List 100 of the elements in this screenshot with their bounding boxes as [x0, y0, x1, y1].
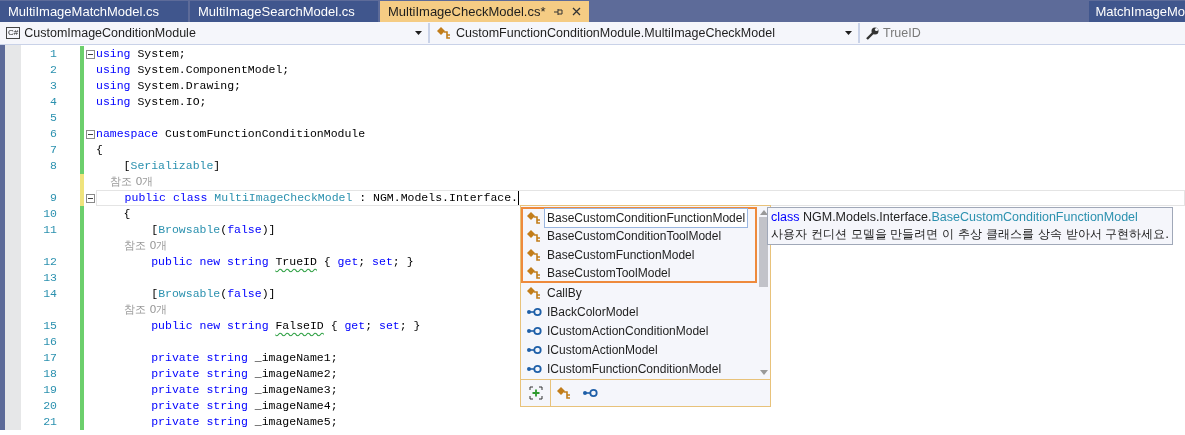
line-number: 10: [43, 207, 57, 221]
line-number: 6: [50, 127, 57, 141]
line-number: 17: [43, 351, 57, 365]
file-tab[interactable]: MultiImageCheckModel.cs*: [380, 1, 589, 22]
completion-item[interactable]: BaseCustomToolModel: [521, 264, 757, 283]
class-icon: [556, 386, 572, 400]
code-token: using: [96, 46, 131, 63]
line-number: 7: [50, 143, 57, 157]
code-token: [: [122, 158, 131, 175]
code-token: System.ComponentModel;: [136, 62, 290, 79]
line-number: 15: [43, 319, 57, 333]
completion-item[interactable]: BaseCustomConditionFunctionModel: [521, 207, 757, 226]
code-token: private string: [150, 414, 248, 431]
code-token: System.Drawing;: [136, 78, 241, 95]
code-token: _imageName2;: [253, 366, 338, 383]
code-token: Browsable: [158, 286, 221, 303]
code-token: System.IO;: [136, 94, 207, 111]
line-number: 11: [43, 223, 57, 237]
code-token: )]: [261, 286, 276, 303]
code-token: get: [344, 318, 366, 335]
code-token: ;: [365, 318, 374, 335]
line-number: 9: [50, 191, 57, 205]
warning-identifier: FalseID: [275, 318, 324, 335]
code-token: [: [150, 222, 159, 239]
class-icon: [526, 228, 542, 243]
interface-icon: [582, 388, 598, 398]
line-number: 20: [43, 399, 57, 413]
code-token: : NGM.Models.Interface.: [358, 190, 518, 207]
code-token: _imageName4;: [253, 398, 338, 415]
code-token: [: [150, 286, 159, 303]
code-token: namespace: [96, 126, 159, 143]
line-number: 3: [50, 79, 57, 93]
code-token: private string: [150, 398, 248, 415]
code-token: public new string: [150, 254, 270, 271]
class-icon: [526, 285, 542, 300]
interface-icon: [526, 344, 542, 355]
interface-icon: [526, 306, 542, 317]
scroll-up-icon[interactable]: [759, 210, 768, 215]
line-number: 5: [50, 111, 57, 125]
completion-item[interactable]: ICustomFunctionConditionModel: [521, 359, 757, 378]
type-description: 사용자 컨디션 모델을 만들려면 이 추상 클래스를 상속 받아서 구현하세요.: [771, 226, 1170, 243]
code-token: get: [337, 254, 359, 271]
code-token: Serializable: [130, 158, 214, 175]
code-token: ; }: [392, 254, 414, 271]
code-token: (: [220, 286, 228, 303]
scroll-thumb[interactable]: [759, 217, 768, 287]
warning-identifier: TrueID: [275, 254, 317, 271]
interface-icon: [526, 325, 542, 336]
line-number: 1: [50, 47, 57, 61]
line-number: 21: [43, 415, 57, 429]
line-number: 16: [43, 335, 57, 349]
code-token: public new string: [150, 318, 270, 335]
code-token: _imageName1;: [253, 350, 338, 367]
code-token: false: [227, 222, 262, 239]
dropdown-caret-icon: [845, 31, 852, 35]
line-number: 14: [43, 287, 57, 301]
pin-icon[interactable]: [553, 6, 564, 17]
line-number: 18: [43, 367, 57, 381]
file-tab[interactable]: MatchImageMo: [1089, 1, 1185, 22]
collapse-icon[interactable]: [85, 49, 95, 59]
project-dropdown[interactable]: C# CustomImageConditionModule: [4, 23, 424, 43]
collapse-icon[interactable]: [85, 129, 95, 139]
code-token: _imageName5;: [253, 414, 338, 431]
scroll-down-icon[interactable]: [759, 370, 768, 375]
code-token: ;: [358, 254, 367, 271]
wrench-icon: [866, 26, 879, 40]
file-tab[interactable]: MultiImageMatchModel.cs: [0, 1, 188, 22]
class-icon: [436, 26, 452, 40]
code-token: {: [96, 142, 103, 159]
type-dropdown[interactable]: CustomFunctionConditionModule.MultiImageCheckModel: [434, 23, 854, 43]
collapse-icon[interactable]: [85, 193, 95, 203]
completion-item[interactable]: IBackColorModel: [521, 302, 757, 321]
line-number: 4: [50, 95, 57, 109]
line-number: 12: [43, 255, 57, 269]
code-token: _imageName3;: [253, 382, 338, 399]
completion-item[interactable]: ICustomActionModel: [521, 340, 757, 359]
line-number: 13: [43, 271, 57, 285]
line-number: 8: [50, 159, 57, 173]
code-token: using: [96, 78, 131, 95]
close-icon[interactable]: [571, 7, 581, 16]
code-token: using: [96, 94, 131, 111]
completion-item[interactable]: CallBy: [521, 283, 757, 302]
code-token: ; }: [399, 318, 421, 335]
line-number: 2: [50, 63, 57, 77]
code-token: false: [227, 286, 262, 303]
completion-item[interactable]: ICustomActionConditionModel: [521, 321, 757, 340]
member-dropdown[interactable]: TrueID: [864, 23, 1181, 43]
code-token: private string: [150, 350, 248, 367]
expand-icon: [528, 386, 543, 400]
file-tab[interactable]: MultiImageSearchModel.cs: [190, 1, 378, 22]
code-token: System;: [136, 46, 186, 63]
code-token: ]: [213, 158, 221, 175]
class-icon: [526, 210, 542, 225]
code-token: set: [379, 318, 400, 335]
class-icon: [526, 265, 542, 280]
code-token: {: [329, 318, 339, 335]
class-icon: [526, 247, 542, 262]
dropdown-caret-icon: [415, 31, 422, 35]
code-token: {: [322, 254, 332, 271]
type-signature: class NGM.Models.Interface.BaseCustomConditionFunctionModel: [771, 209, 1139, 226]
